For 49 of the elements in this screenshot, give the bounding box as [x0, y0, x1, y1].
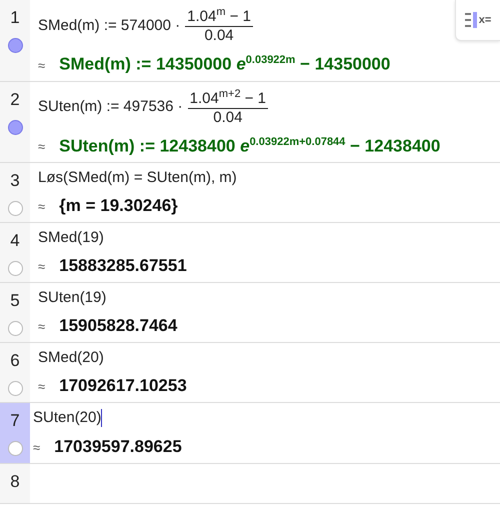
input-expression[interactable]: SUten(20) [33, 409, 102, 428]
row-number: 1 [10, 8, 20, 28]
output-result: 17039597.89625 [54, 437, 182, 458]
output-result: 15883285.67551 [59, 256, 187, 276]
row-number-gutter[interactable]: 3 [0, 163, 30, 222]
input-expression[interactable]: Løs(SMed(m) = SUten(m), m) [38, 169, 237, 186]
visibility-toggle[interactable] [8, 261, 22, 276]
output-result: {m = 19.30246} [59, 196, 178, 216]
row-number-gutter[interactable]: 4 [0, 223, 30, 282]
output-result: 17092617.10253 [59, 376, 187, 396]
output-result: SMed(m) := 14350000 e$^{0.03922m}$ − 14350000 [59, 54, 390, 75]
visibility-toggle[interactable] [8, 381, 22, 396]
approx-symbol: ≈ [33, 440, 40, 456]
fraction: 1.04$^{m+2}$ − 1 0.04 [188, 88, 268, 126]
visibility-toggle[interactable] [8, 321, 22, 336]
row-number: 2 [10, 90, 20, 110]
row-number: 8 [10, 472, 20, 492]
input-expression[interactable]: SUten(19) [38, 289, 106, 306]
input-expression[interactable]: SMed(19) [38, 229, 104, 246]
row-number-gutter[interactable]: 5 [0, 283, 30, 342]
row-number-gutter[interactable]: 8 [0, 464, 30, 504]
visibility-toggle[interactable] [8, 120, 22, 135]
fraction: 1.04$^{m}$ − 1 0.04 [185, 6, 253, 44]
input-expression: SMed(m) := 574000 · [38, 16, 180, 34]
approx-symbol: ≈ [38, 139, 46, 154]
visibility-toggle[interactable] [8, 38, 22, 53]
row-number-gutter[interactable]: 6 [0, 343, 30, 402]
row-number: 5 [10, 291, 20, 312]
output-result: SUten(m) := 12438400 e$^{0.03922m+0.07844}$ − 12438400 [59, 136, 440, 156]
row-number: 3 [10, 171, 20, 192]
input-expression: SUten(m) := 497536 · [38, 98, 183, 116]
text-caret [101, 409, 102, 428]
input-expression[interactable]: SMed(20) [38, 349, 104, 366]
row-number: 4 [10, 231, 20, 252]
style-bar-button[interactable]: x= [455, 0, 500, 41]
approx-symbol: ≈ [38, 58, 46, 73]
row-number: 6 [10, 351, 20, 372]
visibility-toggle[interactable] [8, 201, 22, 216]
approx-symbol: ≈ [38, 379, 46, 394]
row-number-gutter[interactable]: 1 [0, 0, 30, 81]
visibility-toggle[interactable] [8, 441, 22, 456]
approx-symbol: ≈ [38, 199, 46, 214]
row-number: 7 [10, 411, 20, 432]
output-result: 15905828.7464 [59, 316, 178, 336]
list-icon [464, 12, 477, 28]
approx-symbol: ≈ [38, 319, 46, 334]
approx-symbol: ≈ [38, 259, 46, 274]
row-number-gutter[interactable]: 2 [0, 82, 30, 162]
row-number-gutter[interactable]: 7 [0, 403, 30, 464]
